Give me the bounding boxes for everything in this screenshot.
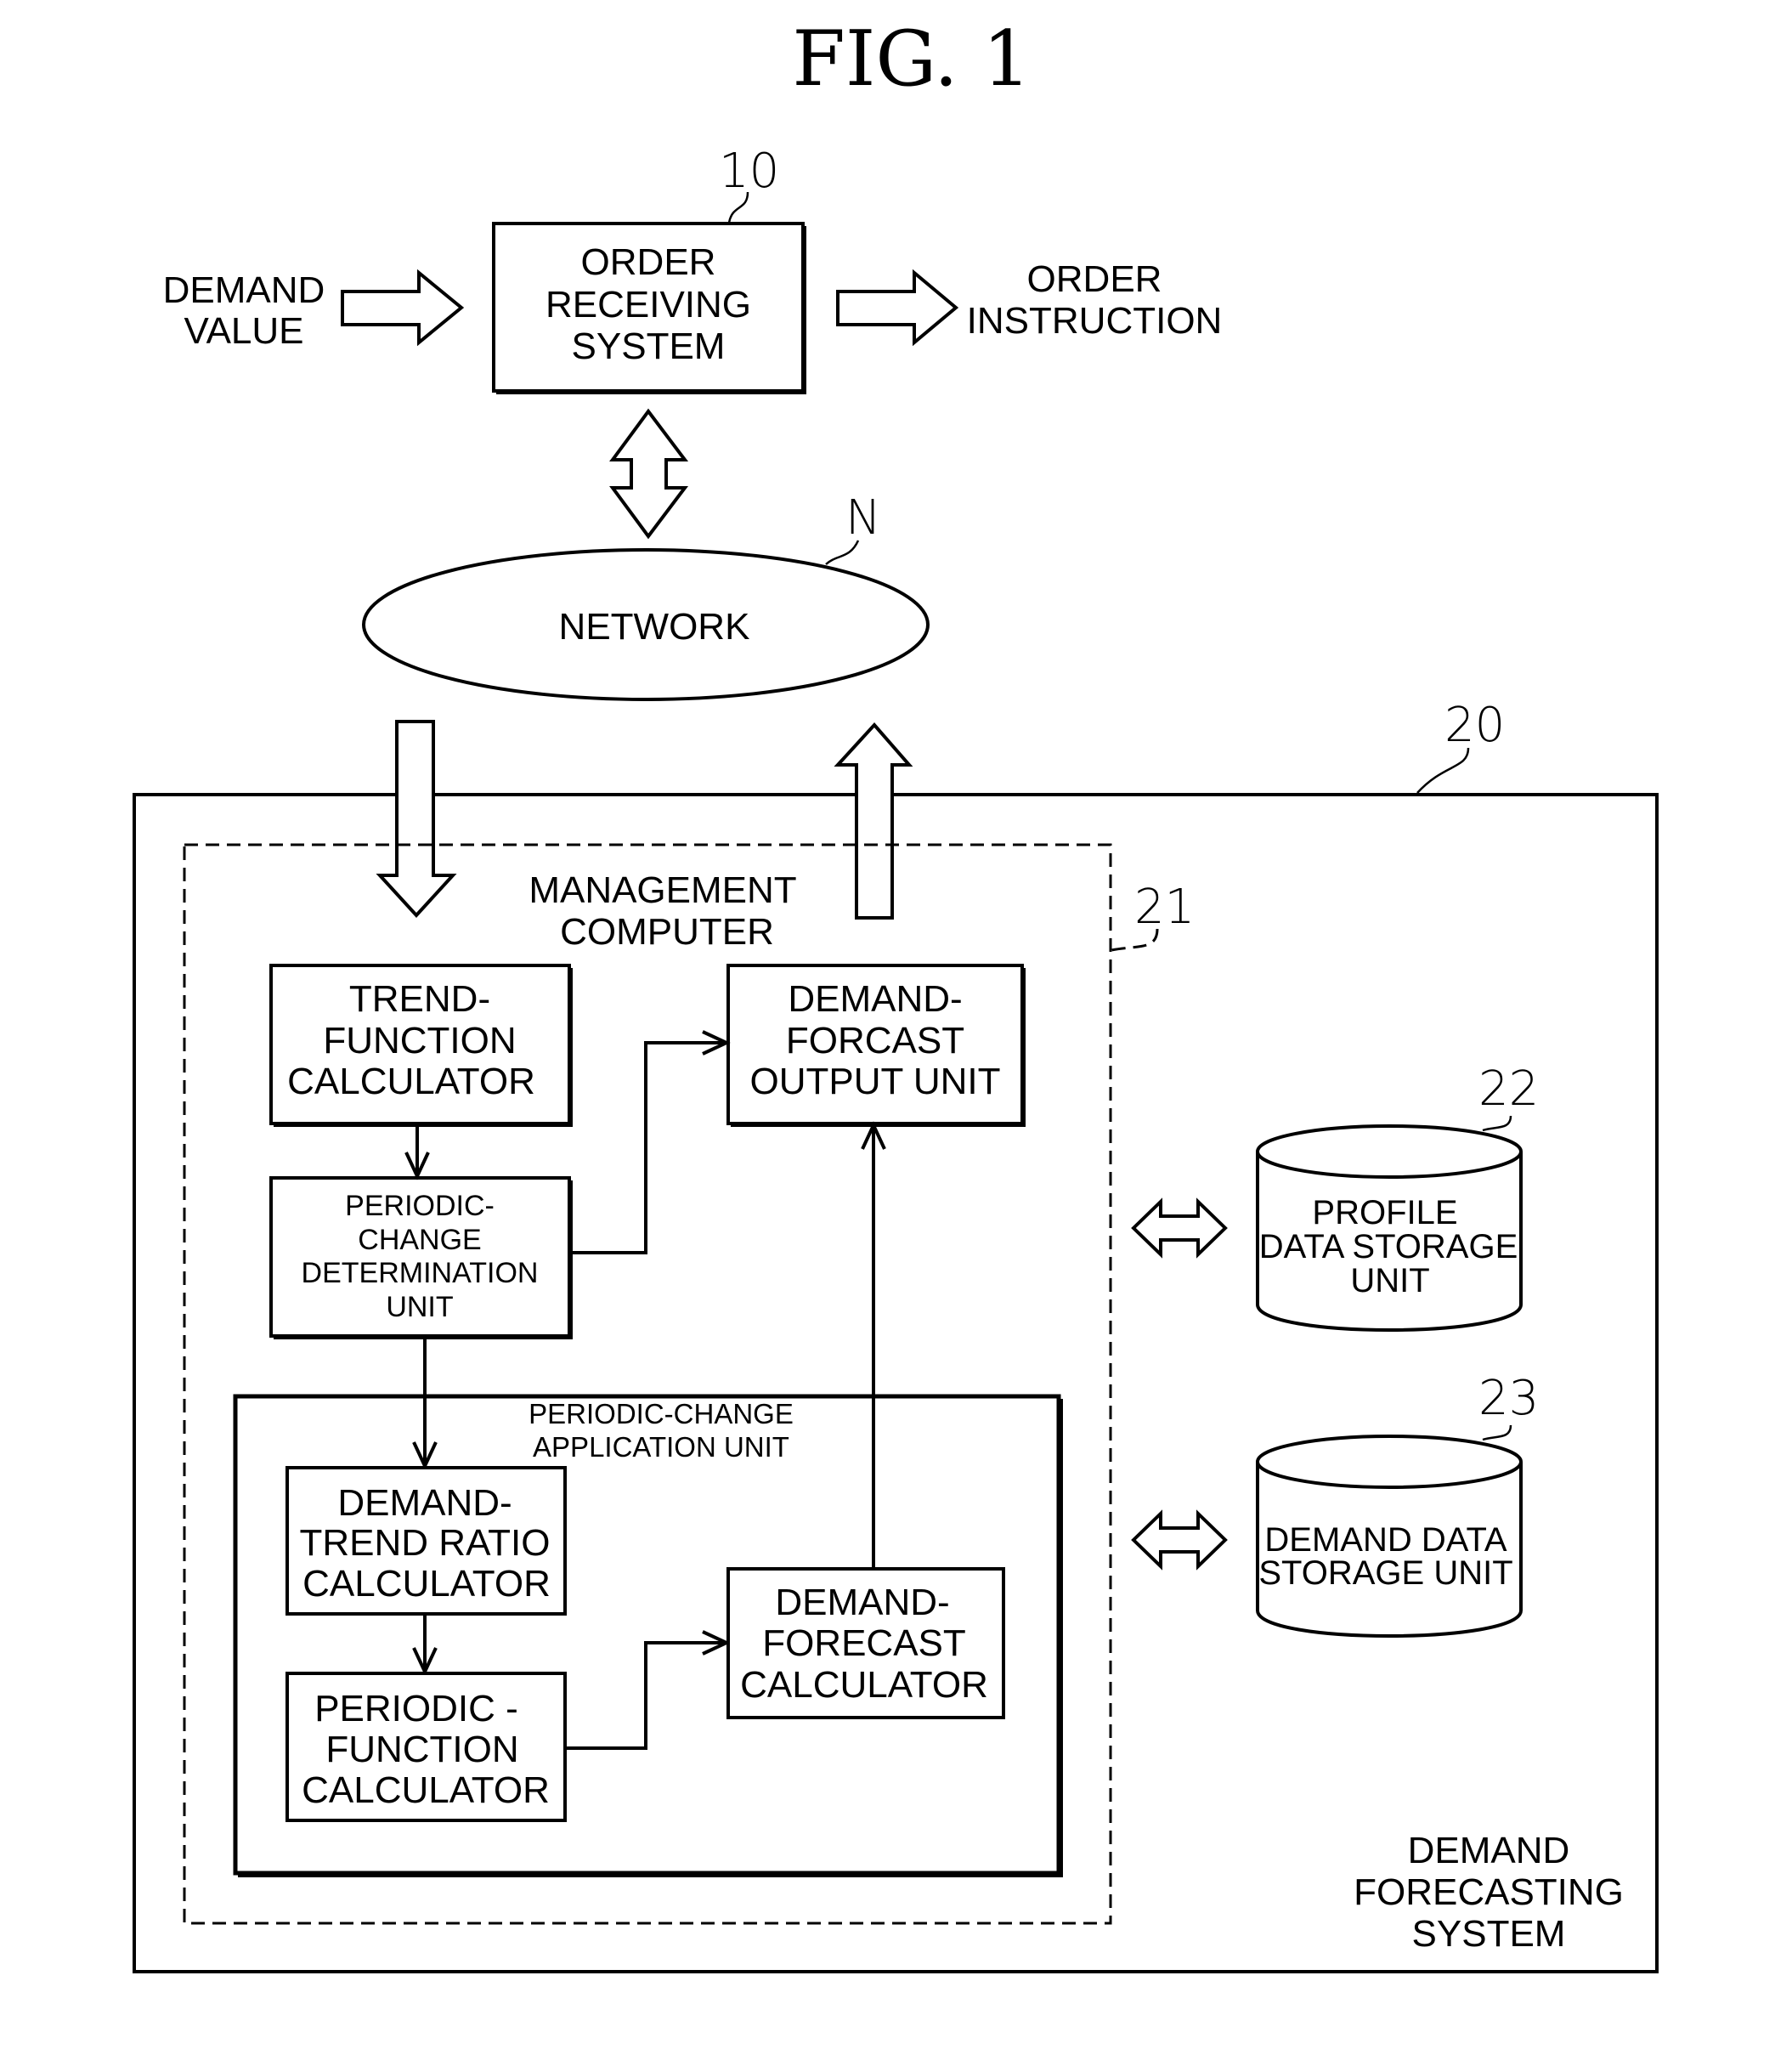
management-computer-line-1: MANAGEMENT <box>529 869 796 911</box>
input-arrow-icon <box>341 269 465 347</box>
periodic-calc-line-2: FUNCTION <box>325 1729 518 1770</box>
determination-line-3: DETERMINATION <box>302 1257 539 1289</box>
determination-line-4: UNIT <box>386 1291 453 1323</box>
ref-numeral-10: 10 <box>719 144 779 199</box>
figure-title: FIG. 1 <box>792 14 1031 104</box>
demand-value-line-2: VALUE <box>184 310 303 352</box>
demand-trend-ratio-calculator-box: DEMAND- TREND RATIO CALCULATOR <box>285 1466 567 1616</box>
flow-line-periodic-to-forecast <box>566 1641 726 1750</box>
order-receiving-line-3: SYSTEM <box>572 325 726 367</box>
periodic-function-calculator-box: PERIODIC - FUNCTION CALCULATOR <box>285 1672 567 1822</box>
order-instruction-line-2: INSTRUCTION <box>967 300 1223 342</box>
determination-line-1: PERIODIC- <box>345 1190 495 1222</box>
ref-numeral-20: 20 <box>1444 698 1505 753</box>
profile-storage-line-3: UNIT <box>1350 1262 1429 1299</box>
periodic-calc-line-3: CALCULATOR <box>302 1769 550 1811</box>
application-unit-line-1: PERIODIC-CHANGE <box>529 1398 794 1429</box>
demand-forecast-calculator-box: DEMAND- FORECAST CALCULATOR <box>726 1567 1005 1719</box>
bidirectional-arrow-icon <box>1131 1197 1228 1259</box>
output-arrow-icon <box>836 269 959 347</box>
order-instruction-line-1: ORDER <box>1027 258 1162 300</box>
forecasting-system-line-3: SYSTEM <box>1412 1913 1566 1955</box>
order-receiving-system-box: ORDER RECEIVING SYSTEM <box>492 222 806 394</box>
forecast-calc-line-1: DEMAND- <box>775 1582 949 1623</box>
ref-numeral-n: N <box>845 490 881 546</box>
up-arrow-icon <box>834 722 913 920</box>
forecasting-system-line-1: DEMAND <box>1408 1830 1570 1871</box>
profile-data-storage-unit-cylinder: PROFILE DATA STORAGE UNIT <box>1256 1124 1523 1332</box>
bidirectional-arrow-icon <box>1131 1509 1228 1571</box>
demand-storage-line-2: STORAGE UNIT <box>1258 1554 1512 1592</box>
output-unit-line-3: OUTPUT UNIT <box>750 1061 1001 1102</box>
leader-line-20 <box>1416 747 1470 794</box>
patent-figure: FIG. 1 ORDER RECEIVING SYSTEM 10 DEMAND … <box>0 0 1792 2066</box>
flow-line-determination-to-output <box>571 1041 726 1254</box>
forecasting-system-line-2: FORECASTING <box>1354 1871 1624 1913</box>
periodic-change-determination-unit-box: PERIODIC- CHANGE DETERMINATION UNIT <box>269 1176 573 1339</box>
determination-line-2: CHANGE <box>358 1224 481 1256</box>
trend-function-calculator-box: TREND- FUNCTION CALCULATOR <box>269 964 573 1127</box>
forecast-calc-line-2: FORECAST <box>762 1622 966 1664</box>
down-arrow-icon <box>376 720 457 918</box>
network-label: NETWORK <box>559 606 750 648</box>
leader-line-23 <box>1482 1424 1512 1441</box>
bidirectional-arrow-icon <box>609 408 689 540</box>
demand-value-line-1: DEMAND <box>163 269 325 311</box>
order-receiving-line-2: RECEIVING <box>546 284 751 325</box>
output-unit-line-2: FORCAST <box>786 1020 964 1061</box>
trend-function-line-2: FUNCTION <box>323 1020 516 1061</box>
output-unit-line-1: DEMAND- <box>788 978 962 1020</box>
leader-line-22 <box>1482 1115 1512 1132</box>
trend-function-line-3: CALCULATOR <box>287 1061 535 1102</box>
management-computer-line-2: COMPUTER <box>560 911 774 953</box>
diagram-svg: FIG. 1 ORDER RECEIVING SYSTEM 10 DEMAND … <box>133 14 1659 1973</box>
profile-storage-line-2: DATA STORAGE <box>1259 1228 1518 1265</box>
forecast-calc-line-3: CALCULATOR <box>740 1664 988 1706</box>
demand-forcast-output-unit-box: DEMAND- FORCAST OUTPUT UNIT <box>726 964 1026 1127</box>
demand-data-storage-unit-cylinder: DEMAND DATA STORAGE UNIT <box>1256 1435 1523 1638</box>
ratio-calc-line-3: CALCULATOR <box>302 1563 551 1605</box>
order-receiving-line-1: ORDER <box>581 241 716 283</box>
trend-function-line-1: TREND- <box>349 978 490 1020</box>
ratio-calc-line-1: DEMAND- <box>337 1482 512 1524</box>
ref-numeral-21: 21 <box>1134 880 1195 935</box>
network-ellipse: NETWORK <box>362 548 930 701</box>
ref-numeral-22: 22 <box>1478 1061 1539 1117</box>
demand-storage-line-1: DEMAND DATA <box>1264 1521 1507 1559</box>
application-unit-line-2: APPLICATION UNIT <box>533 1431 789 1463</box>
ratio-calc-line-2: TREND RATIO <box>300 1522 551 1564</box>
periodic-calc-line-1: PERIODIC - <box>314 1688 518 1729</box>
profile-storage-line-1: PROFILE <box>1312 1194 1457 1231</box>
ref-numeral-23: 23 <box>1478 1371 1539 1426</box>
